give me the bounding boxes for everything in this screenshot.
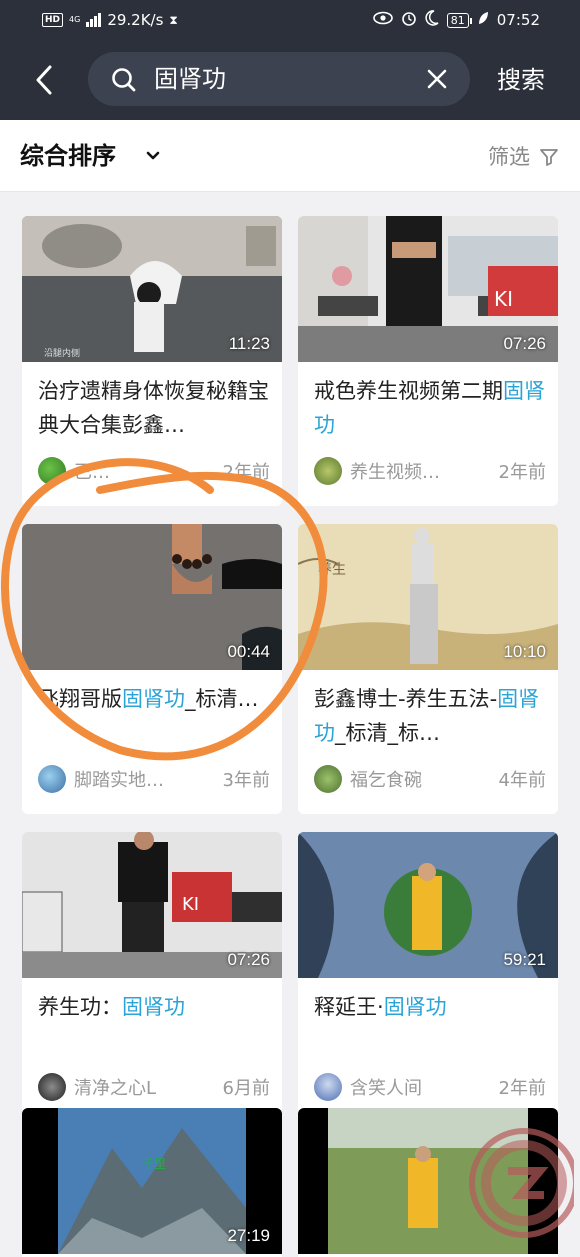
eye-icon	[372, 11, 393, 29]
author-name[interactable]: 养生视频…	[350, 458, 480, 484]
video-thumbnail[interactable]: 养生 10:10	[298, 524, 558, 670]
video-thumbnail[interactable]: KI 07:26	[298, 216, 558, 362]
sort-dropdown[interactable]: 综合排序	[20, 140, 116, 172]
hd-badge: HD	[42, 13, 64, 27]
video-duration: 10:10	[503, 642, 546, 661]
video-card[interactable]: 00:44 飞翔哥版固肾功_标清… 脚踏实地… 3年前	[22, 524, 282, 814]
battery-icon: 81	[446, 12, 472, 28]
video-duration: 59:21	[503, 950, 546, 969]
video-meta: 脚踏实地… 3年前	[38, 764, 270, 794]
author-name[interactable]: 含笑人间	[350, 1074, 480, 1100]
video-card[interactable]: KI 07:26 养生功：固肾功 清净之心L 6月前	[22, 832, 282, 1122]
video-card[interactable]: 养生 10:10 彭鑫博士-养生五法-固肾功_标清_标… 福乞食碗 4年前	[298, 524, 558, 814]
svg-text:养生: 养生	[318, 562, 346, 578]
video-duration: 07:26	[503, 334, 546, 353]
network-type: 4G	[69, 15, 81, 24]
status-bar: HD 4G 29.2K/s ⧗ 81 07:52	[0, 0, 580, 40]
video-duration: 11:23	[228, 334, 270, 353]
chevron-down-icon[interactable]	[146, 151, 160, 161]
post-time: 3年前	[222, 770, 270, 791]
chevron-left-icon	[36, 65, 52, 95]
filter-icon[interactable]	[540, 148, 558, 166]
svg-text:千里: 千里	[142, 1157, 166, 1171]
post-time: 2年前	[222, 462, 270, 483]
search-query-text: 固肾功	[154, 65, 226, 93]
post-time: 2年前	[498, 1078, 546, 1099]
search-icon	[112, 68, 136, 92]
video-thumbnail[interactable]	[298, 1108, 558, 1254]
video-title: 彭鑫博士-养生五法-固肾功_标清_标…	[314, 687, 540, 745]
search-input[interactable]: 固肾功	[88, 52, 470, 106]
video-duration: 00:44	[227, 642, 270, 661]
video-duration: 27:19	[227, 1226, 270, 1245]
video-meta: 养生视频… 2年前	[314, 456, 546, 486]
avatar[interactable]	[38, 457, 66, 485]
close-icon	[427, 69, 447, 89]
video-title: 戒色养生视频第二期固肾功	[314, 379, 545, 437]
sort-bar: 综合排序 筛选	[0, 120, 580, 192]
post-time: 4年前	[498, 770, 546, 791]
author-name[interactable]: 清净之心L	[74, 1074, 204, 1100]
clear-search-button[interactable]	[422, 64, 452, 94]
video-title: 释延王·固肾功	[314, 995, 447, 1019]
hourglass-icon: ⧗	[169, 12, 178, 27]
alarm-icon	[401, 10, 417, 30]
video-card[interactable]	[298, 1108, 558, 1257]
leaf-icon	[477, 11, 489, 29]
video-duration: 07:26	[227, 950, 270, 969]
video-thumbnail[interactable]: 沿腿内侧 11:23	[22, 216, 282, 362]
avatar[interactable]	[38, 1073, 66, 1101]
video-title: 飞翔哥版固肾功_标清…	[38, 687, 259, 711]
avatar[interactable]	[314, 1073, 342, 1101]
author-name[interactable]: 已…	[74, 458, 204, 484]
svg-text:KI: KI	[182, 894, 199, 915]
author-name[interactable]: 脚踏实地…	[74, 766, 204, 792]
search-header: 固肾功 搜索	[0, 40, 580, 120]
avatar[interactable]	[38, 765, 66, 793]
svg-text:KI: KI	[494, 287, 513, 311]
post-time: 6月前	[222, 1078, 270, 1099]
video-meta: 含笑人间 2年前	[314, 1072, 546, 1102]
video-meta: 福乞食碗 4年前	[314, 764, 546, 794]
search-button[interactable]: 搜索	[497, 64, 545, 96]
network-speed: 29.2K/s	[107, 11, 164, 29]
avatar[interactable]	[314, 457, 342, 485]
svg-text:沿腿内侧: 沿腿内侧	[44, 347, 80, 359]
back-button[interactable]	[24, 60, 64, 100]
video-thumbnail[interactable]: 00:44	[22, 524, 282, 670]
video-card[interactable]: 59:21 释延王·固肾功 含笑人间 2年前	[298, 832, 558, 1122]
video-title: 养生功：固肾功	[38, 995, 185, 1019]
video-card[interactable]: 千里 27:19	[22, 1108, 282, 1257]
video-card[interactable]: 沿腿内侧 11:23 治疗遗精身体恢复秘籍宝典大合集彭鑫… 已… 2年前	[22, 216, 282, 506]
video-title: 治疗遗精身体恢复秘籍宝典大合集彭鑫…	[38, 379, 269, 437]
video-card[interactable]: KI 07:26 戒色养生视频第二期固肾功 养生视频… 2年前	[298, 216, 558, 506]
avatar[interactable]	[314, 765, 342, 793]
filter-button[interactable]: 筛选	[488, 142, 530, 172]
author-name[interactable]: 福乞食碗	[350, 766, 480, 792]
video-thumbnail[interactable]: 千里 27:19	[22, 1108, 282, 1254]
signal-icon	[86, 13, 102, 27]
video-thumbnail[interactable]: KI 07:26	[22, 832, 282, 978]
clock-time: 07:52	[496, 11, 540, 29]
video-thumbnail[interactable]: 59:21	[298, 832, 558, 978]
video-meta: 已… 2年前	[38, 456, 270, 486]
video-meta: 清净之心L 6月前	[38, 1072, 270, 1102]
post-time: 2年前	[498, 462, 546, 483]
moon-icon	[425, 10, 439, 30]
